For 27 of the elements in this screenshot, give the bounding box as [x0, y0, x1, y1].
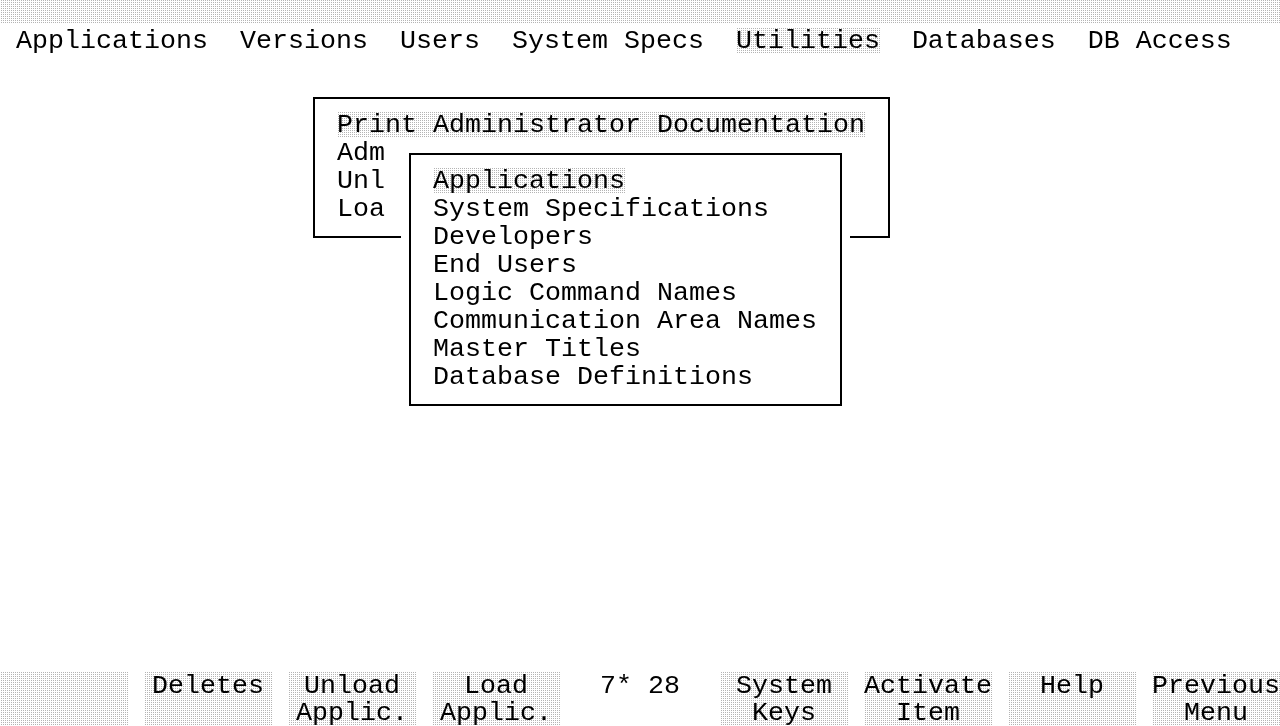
- menu-item[interactable]: End Users: [433, 252, 577, 278]
- menu-item[interactable]: Adm: [337, 140, 385, 166]
- function-key[interactable]: Help: [1008, 672, 1136, 726]
- menu-item[interactable]: Print Administrator Documentation: [337, 112, 865, 138]
- function-key[interactable]: Load Applic.: [432, 672, 560, 726]
- menu-item[interactable]: Users: [399, 28, 480, 54]
- menu-item[interactable]: Communication Area Names: [433, 308, 817, 334]
- menu-item[interactable]: Applications: [433, 168, 625, 194]
- function-key[interactable]: Unload Applic.: [288, 672, 416, 726]
- menu-item[interactable]: DB Access: [1087, 28, 1232, 54]
- function-key[interactable]: System Keys: [720, 672, 848, 726]
- function-key[interactable]: Previous Menu: [1152, 672, 1280, 726]
- menu-item[interactable]: Unl: [337, 168, 385, 194]
- menu-item[interactable]: Master Titles: [433, 336, 641, 362]
- status-text: 7* 28: [600, 672, 680, 700]
- menu-item[interactable]: Loa: [337, 196, 385, 222]
- menu-item[interactable]: System Specs: [511, 28, 704, 54]
- menu-item[interactable]: Databases: [911, 28, 1056, 54]
- menu-item[interactable]: Applications: [16, 28, 208, 54]
- menu-item[interactable]: Versions: [239, 28, 368, 54]
- menu-item[interactable]: System Specifications: [433, 196, 769, 222]
- menu-item[interactable]: Utilities: [735, 28, 880, 54]
- menu-item[interactable]: Developers: [433, 224, 593, 250]
- function-key[interactable]: Deletes: [144, 672, 272, 726]
- menu-item[interactable]: Database Definitions: [433, 364, 753, 390]
- function-key[interactable]: Activate Item: [864, 672, 992, 726]
- menu-item[interactable]: Logic Command Names: [433, 280, 737, 306]
